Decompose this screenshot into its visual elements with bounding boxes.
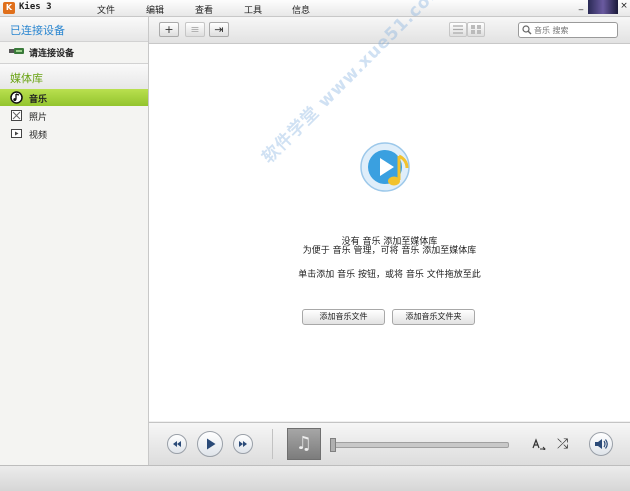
connected-devices-title: 已连接设备	[10, 24, 65, 37]
export-button[interactable]: ⇥	[209, 22, 229, 37]
menu-info[interactable]: 信息	[292, 3, 310, 16]
close-button[interactable]: ×	[618, 0, 630, 14]
rewind-button[interactable]	[167, 434, 187, 454]
kies-logo-icon: K	[3, 2, 15, 14]
empty-description: 为便于 音乐 管理，可将 音乐 添加至媒体库	[302, 246, 477, 256]
photo-icon	[11, 110, 22, 121]
sidebar-item-label: 音乐	[29, 95, 48, 105]
list-view-button[interactable]	[449, 22, 467, 37]
lyrics-icon[interactable]	[532, 438, 546, 450]
sidebar-item-video[interactable]: 视频	[0, 125, 148, 142]
shuffle-icon[interactable]: ⤮	[557, 436, 568, 452]
search-icon	[522, 25, 532, 35]
grid-view-button[interactable]	[467, 22, 485, 37]
menu-bar: K Kies 3 文件 编辑 查看 工具 信息 _ ×	[0, 0, 630, 17]
search-box[interactable]	[518, 22, 618, 38]
menu-file[interactable]: 文件	[97, 3, 115, 16]
sidebar-item-label: 视频	[29, 131, 48, 141]
sidebar-item-music[interactable]: 音乐	[0, 89, 148, 106]
fast-forward-button[interactable]	[233, 434, 253, 454]
seek-handle[interactable]	[330, 438, 336, 452]
sidebar: 已连接设备 请连接设备 媒体库 音乐 照片 视频	[0, 17, 149, 465]
connected-devices-header[interactable]: 已连接设备	[0, 17, 148, 42]
empty-hint: 单击添加 音乐 按钮，或将 音乐 文件拖放至此	[298, 270, 481, 280]
main-content: 没有 音乐 添加至媒体库 为便于 音乐 管理，可将 音乐 添加至媒体库 单击添加…	[149, 44, 630, 421]
seek-bar[interactable]	[332, 442, 509, 448]
minimize-button[interactable]: _	[575, 0, 587, 14]
search-input[interactable]	[534, 24, 614, 36]
menu-tools[interactable]: 工具	[244, 3, 262, 16]
player-bar: ♫ ⤮	[149, 422, 630, 466]
add-button[interactable]: +	[159, 22, 179, 37]
play-button[interactable]	[197, 431, 223, 457]
device-label: 请连接设备	[29, 49, 75, 59]
usb-cable-icon	[9, 48, 24, 54]
player-divider	[272, 429, 273, 459]
volume-icon	[595, 439, 608, 449]
play-icon	[207, 438, 216, 450]
rewind-icon	[173, 441, 181, 447]
app-title: Kies 3	[19, 2, 52, 12]
library-header: 媒体库	[0, 63, 148, 91]
music-icon	[10, 91, 23, 104]
volume-button[interactable]	[589, 432, 613, 456]
sidebar-item-photos[interactable]: 照片	[0, 107, 148, 124]
corner-image	[588, 0, 618, 14]
sidebar-item-label: 照片	[29, 113, 48, 123]
menu-edit[interactable]: 编辑	[146, 3, 164, 16]
status-bar	[0, 465, 630, 491]
list-view-icon	[453, 25, 463, 34]
music-badge-icon	[360, 142, 410, 192]
fast-forward-icon	[239, 441, 247, 447]
album-art-icon: ♫	[287, 428, 321, 460]
library-title: 媒体库	[10, 72, 43, 85]
add-music-file-button[interactable]: 添加音乐文件	[302, 309, 385, 325]
add-music-folder-button[interactable]: 添加音乐文件夹	[392, 309, 475, 325]
video-icon	[11, 129, 22, 138]
grid-view-icon	[471, 25, 481, 34]
delete-button[interactable]: ≡	[185, 22, 205, 37]
menu-view[interactable]: 查看	[195, 3, 213, 16]
device-row[interactable]: 请连接设备	[0, 42, 148, 62]
